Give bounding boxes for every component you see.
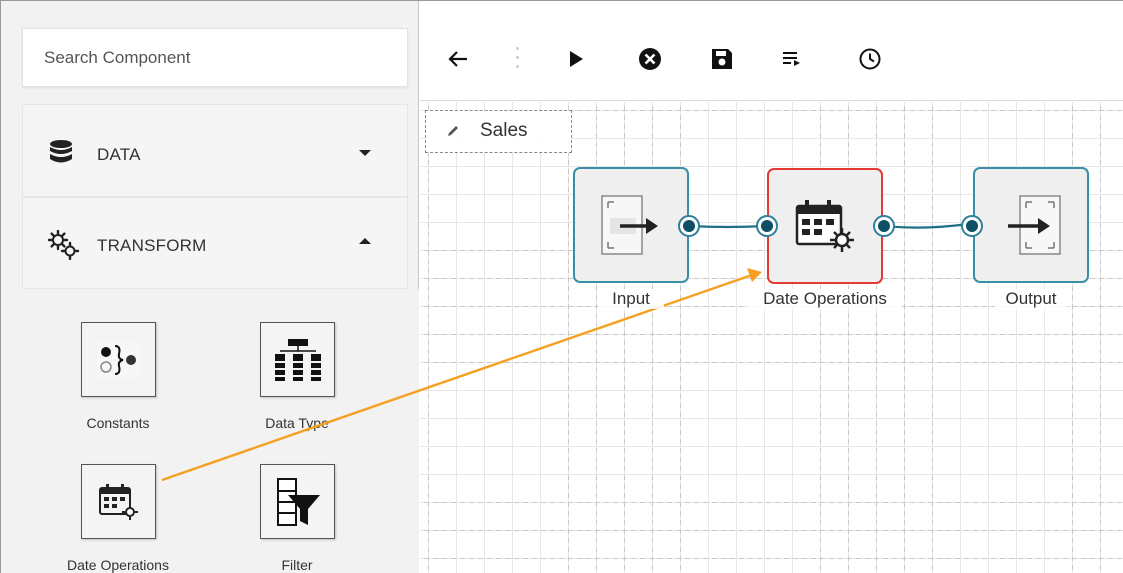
component-constants[interactable]: Constants [43,322,193,432]
history-button[interactable] [856,45,884,73]
output-port[interactable] [678,215,700,237]
toolbar [420,1,1123,101]
node-label: Output [995,289,1067,309]
gears-icon [47,229,80,265]
calendar-gear-icon [81,464,156,539]
component-label: Data Type [265,415,329,431]
database-icon [48,139,74,170]
back-button[interactable] [444,45,472,73]
node-label: Date Operations [748,289,902,309]
chevron-up-icon[interactable] [359,238,371,244]
run-button[interactable] [562,45,590,73]
list-arrow-icon [783,52,800,66]
pencil-icon [446,124,460,143]
search-input[interactable] [23,29,407,86]
input-port[interactable] [961,215,983,237]
save-icon [712,49,732,69]
component-label: Filter [281,557,313,573]
filter-icon [260,464,335,539]
input-port[interactable] [756,215,778,237]
node-label: Input [598,289,664,309]
calendar-gear-icon [795,200,854,252]
component-data-type[interactable]: Data Type [222,322,372,432]
output-port[interactable] [873,215,895,237]
component-grid: Constants Data Type Date Operations Filt… [1,289,419,573]
arrow-left-icon [448,51,467,67]
constants-icon [81,322,156,397]
data-type-icon [260,322,335,397]
node-date-operations[interactable] [767,168,883,284]
component-panel: DATA TRANSFORM [1,1,419,573]
stop-button[interactable] [636,45,664,73]
pipeline-name-field[interactable]: Sales [425,110,572,153]
input-icon [601,195,658,255]
clock-icon [859,48,881,70]
save-button[interactable] [708,45,736,73]
component-label: Date Operations [67,557,169,573]
section-data[interactable]: DATA [22,104,408,197]
output-icon [1008,195,1061,255]
section-data-label: DATA [97,145,141,164]
search-box [22,28,408,87]
logs-button[interactable] [778,45,806,73]
close-circle-icon [639,48,661,70]
section-transform[interactable]: TRANSFORM [22,197,408,289]
component-filter[interactable]: Filter [222,464,372,573]
chevron-down-icon[interactable] [359,150,371,156]
node-output[interactable] [973,167,1089,283]
component-label: Constants [86,415,150,431]
toolbar-separator [516,47,519,69]
node-input[interactable] [573,167,689,283]
pipeline-name: Sales [480,120,528,141]
component-date-operations[interactable]: Date Operations [43,464,193,573]
play-icon [570,51,583,67]
section-transform-label: TRANSFORM [97,236,207,255]
